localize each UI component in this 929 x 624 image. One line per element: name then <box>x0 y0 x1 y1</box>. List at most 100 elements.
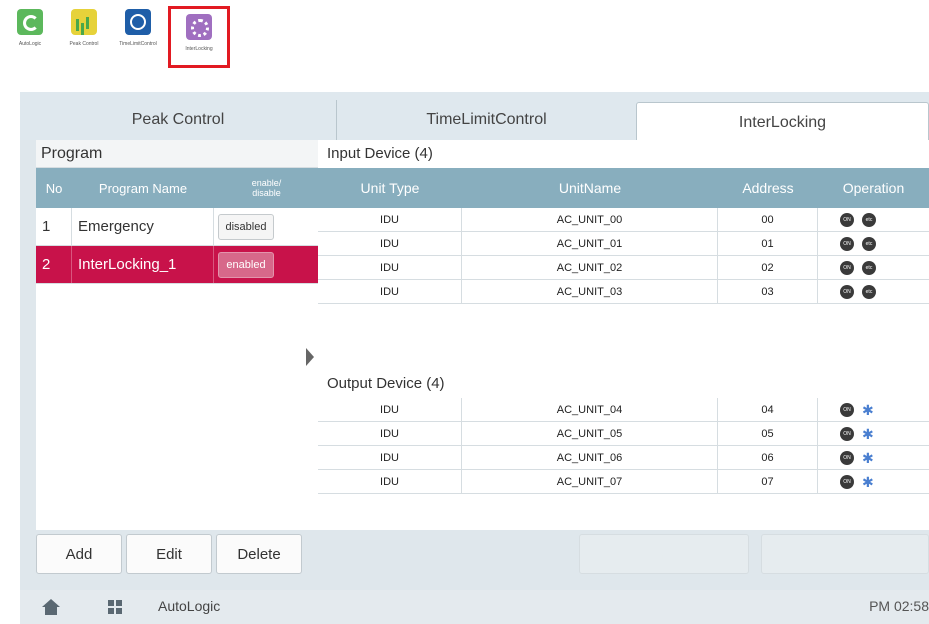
power-on-icon: ON <box>840 450 854 465</box>
unit-address: 06 <box>718 446 818 469</box>
power-on-icon: ON <box>840 212 854 227</box>
program-no: 1 <box>36 208 72 245</box>
panel-splitter-arrow-icon[interactable] <box>306 348 314 366</box>
app-label: InterLocking <box>185 46 213 52</box>
header-enable-disable: enable/ disable <box>251 178 282 198</box>
interlocking-icon <box>186 14 212 40</box>
etc-icon: etc <box>862 260 876 275</box>
unit-name: AC_UNIT_00 <box>462 208 718 231</box>
time-limit-icon <box>125 9 151 35</box>
snowflake-icon: ✱ <box>862 401 874 418</box>
device-row[interactable]: IDU AC_UNIT_05 05 ON ✱ <box>318 422 929 446</box>
etc-icon: etc <box>862 212 876 227</box>
power-on-icon: ON <box>840 284 854 299</box>
operation-cell: ON ✱ <box>818 398 929 421</box>
power-on-icon: ON <box>840 236 854 251</box>
device-row[interactable]: IDU AC_UNIT_07 07 ON ✱ <box>318 470 929 494</box>
app-peak-control[interactable]: Peak Control <box>58 4 110 66</box>
unit-address: 05 <box>718 422 818 445</box>
power-on-icon: ON <box>840 474 854 489</box>
add-button[interactable]: Add <box>36 534 122 574</box>
program-no: 2 <box>36 246 72 283</box>
unit-address: 02 <box>718 256 818 279</box>
app-time-limit-control[interactable]: TimeLimitControl <box>112 4 164 66</box>
output-device-section: Output Device (4) IDU AC_UNIT_04 04 ON ✱ IDU A… <box>318 370 929 494</box>
main-panel: Peak Control TimeLimitControl InterLocki… <box>20 92 929 606</box>
output-device-title: Output Device (4) <box>327 375 445 392</box>
operation-cell: ON ✱ <box>818 446 929 469</box>
enable-toggle-button[interactable]: enabled <box>218 251 274 278</box>
unit-type: IDU <box>318 256 462 279</box>
app-label: AutoLogic <box>18 41 42 47</box>
program-title: Program <box>36 140 319 168</box>
power-on-icon: ON <box>840 426 854 441</box>
autologic-icon <box>17 9 43 35</box>
unit-type: IDU <box>318 208 462 231</box>
tab-time-limit-control[interactable]: TimeLimitControl <box>336 100 636 140</box>
snowflake-icon: ✱ <box>862 425 874 442</box>
unit-type: IDU <box>318 422 462 445</box>
header-no: No <box>45 180 63 196</box>
tab-interlocking[interactable]: InterLocking <box>636 102 929 142</box>
header-address: Address <box>742 180 794 196</box>
unit-type: IDU <box>318 446 462 469</box>
apply-button[interactable]: Apply <box>761 534 929 574</box>
unit-address: 01 <box>718 232 818 255</box>
header-unit-type: Unit Type <box>360 180 420 196</box>
output-device-list: IDU AC_UNIT_04 04 ON ✱ IDU AC_UNIT_05 05 ON ✱ IDU A… <box>318 398 929 494</box>
device-row[interactable]: IDU AC_UNIT_06 06 ON ✱ <box>318 446 929 470</box>
program-panel: Program No Program Name enable/ disable … <box>36 140 319 530</box>
unit-name: AC_UNIT_04 <box>462 398 718 421</box>
unit-type: IDU <box>318 232 462 255</box>
header-operation: Operation <box>842 180 905 196</box>
snowflake-icon: ✱ <box>862 473 874 490</box>
etc-icon: etc <box>862 236 876 251</box>
delete-button[interactable]: Delete <box>216 534 302 574</box>
app-interlocking[interactable]: InterLocking <box>168 6 230 68</box>
device-panel: Input Device (4) Unit Type UnitName Addr… <box>318 140 929 530</box>
device-row[interactable]: IDU AC_UNIT_04 04 ON ✱ <box>318 398 929 422</box>
cancel-button[interactable]: Cancel <box>579 534 749 574</box>
device-row[interactable]: IDU AC_UNIT_00 00 ON etc <box>318 208 929 232</box>
unit-name: AC_UNIT_02 <box>462 256 718 279</box>
unit-name: AC_UNIT_07 <box>462 470 718 493</box>
app-label: Peak Control <box>69 41 99 47</box>
device-row[interactable]: IDU AC_UNIT_03 03 ON etc <box>318 280 929 304</box>
unit-name: AC_UNIT_03 <box>462 280 718 303</box>
input-device-title: Input Device (4) <box>327 145 433 162</box>
enable-toggle-button[interactable]: disabled <box>218 213 274 240</box>
program-name: InterLocking_1 <box>72 246 214 283</box>
tab-peak-control[interactable]: Peak Control <box>20 100 336 140</box>
input-device-list: IDU AC_UNIT_00 00 ON etc IDU AC_UNIT_01 01 ON etc… <box>318 208 929 304</box>
power-on-icon: ON <box>840 260 854 275</box>
unit-address: 00 <box>718 208 818 231</box>
unit-type: IDU <box>318 280 462 303</box>
operation-cell: ON etc <box>818 208 929 231</box>
operation-cell: ON etc <box>818 256 929 279</box>
program-row[interactable]: 2 InterLocking_1 enabled <box>36 246 319 284</box>
unit-address: 04 <box>718 398 818 421</box>
menu-grid-icon[interactable] <box>108 600 122 614</box>
home-icon[interactable] <box>42 599 60 615</box>
program-row[interactable]: 1 Emergency disabled <box>36 208 319 246</box>
program-table-header: No Program Name enable/ disable <box>36 168 319 208</box>
unit-type: IDU <box>318 398 462 421</box>
app-launcher: AutoLogic Peak Control TimeLimitControl … <box>0 0 240 70</box>
tab-bar: Peak Control TimeLimitControl InterLocki… <box>20 92 929 142</box>
status-bar: AutoLogic PM 02:58 <box>20 590 929 624</box>
device-row[interactable]: IDU AC_UNIT_02 02 ON etc <box>318 256 929 280</box>
power-on-icon: ON <box>840 402 854 417</box>
header-unit-name: UnitName <box>558 180 622 196</box>
operation-cell: ON etc <box>818 232 929 255</box>
snowflake-icon: ✱ <box>862 449 874 466</box>
app-autologic[interactable]: AutoLogic <box>4 4 56 66</box>
device-row[interactable]: IDU AC_UNIT_01 01 ON etc <box>318 232 929 256</box>
unit-address: 07 <box>718 470 818 493</box>
current-app-label: AutoLogic <box>158 598 221 614</box>
operation-cell: ON ✱ <box>818 422 929 445</box>
unit-type: IDU <box>318 470 462 493</box>
edit-button[interactable]: Edit <box>126 534 212 574</box>
unit-name: AC_UNIT_01 <box>462 232 718 255</box>
operation-cell: ON ✱ <box>818 470 929 493</box>
clock: PM 02:58 <box>869 598 929 614</box>
